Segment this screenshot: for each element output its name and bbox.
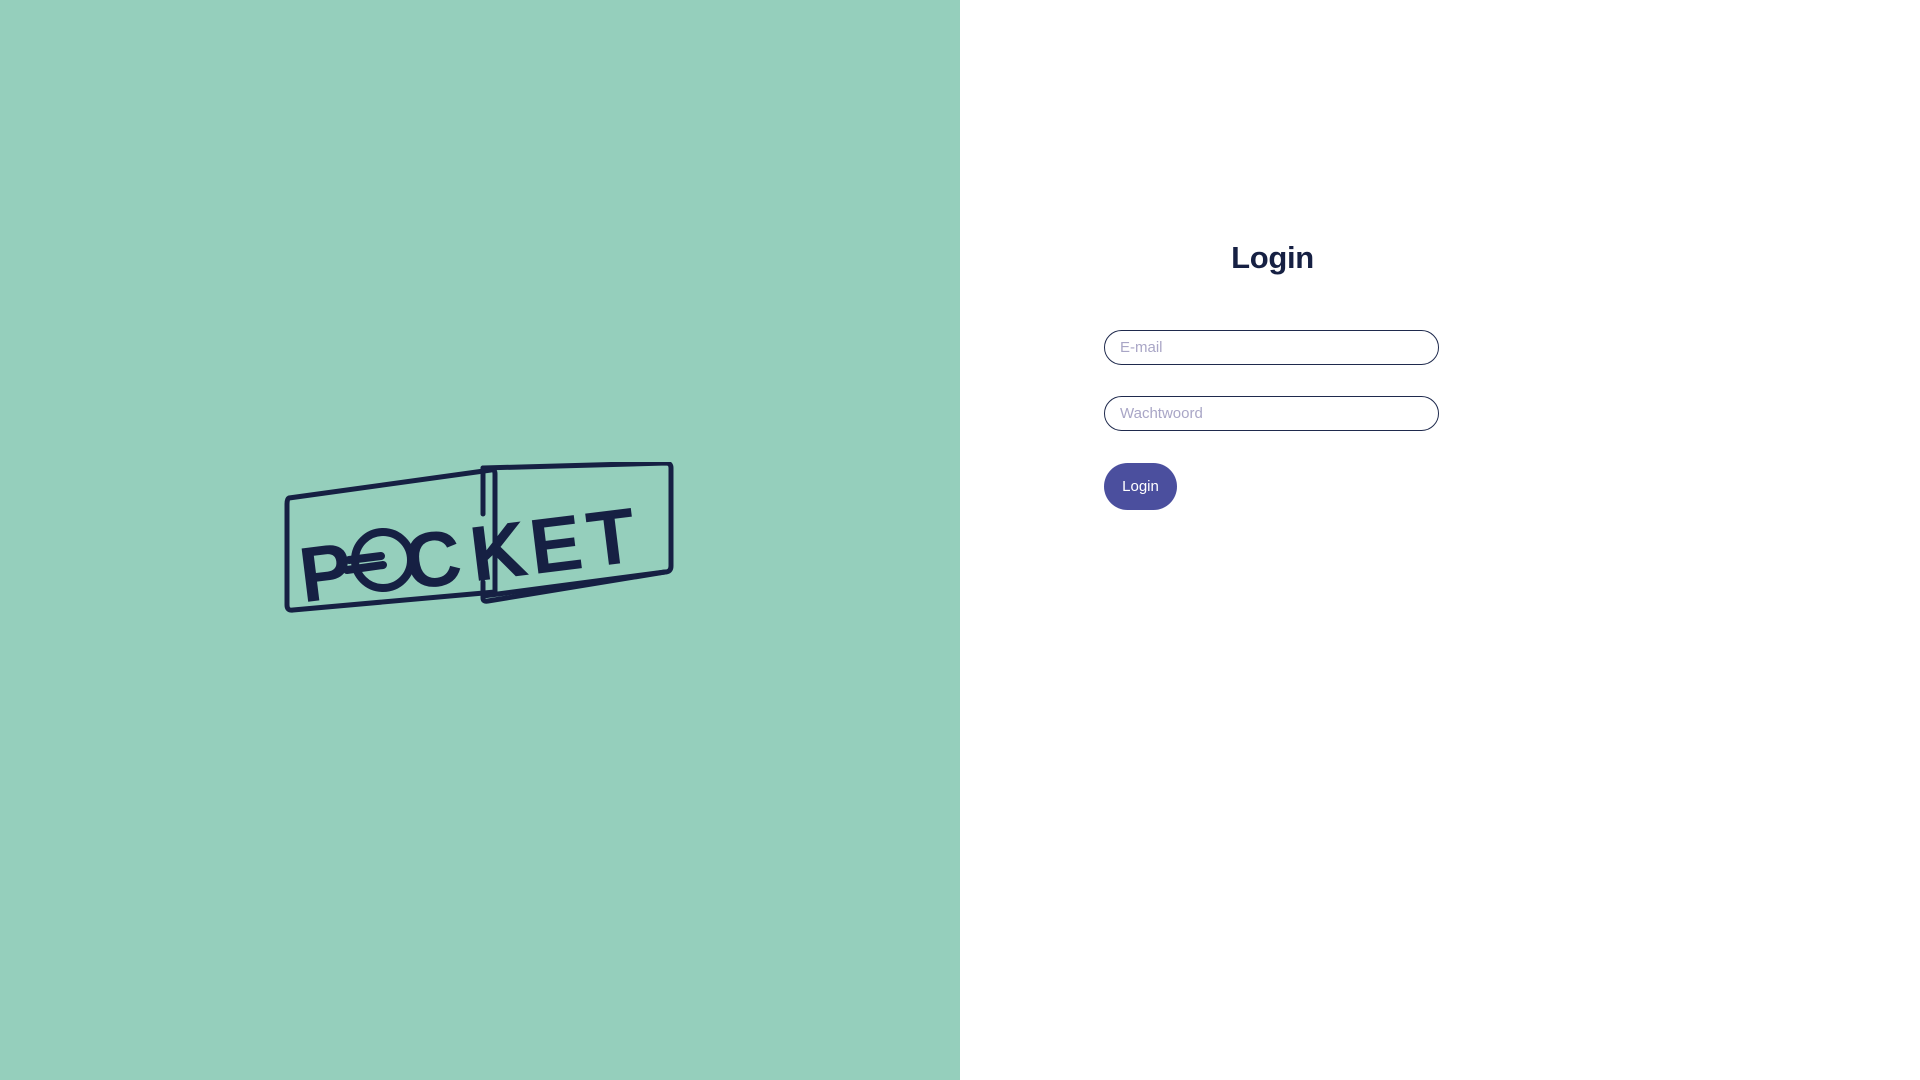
- svg-text:K: K: [465, 504, 532, 598]
- brand-panel: P C K E T: [0, 0, 960, 1080]
- pocket-logo: P C K E T: [283, 462, 675, 614]
- login-title: Login: [1231, 240, 1314, 275]
- login-button[interactable]: Login: [1104, 463, 1177, 510]
- login-page: P C K E T Login Login: [0, 0, 1920, 1080]
- svg-text:E: E: [525, 497, 587, 591]
- email-input[interactable]: [1104, 330, 1439, 365]
- login-panel: Login Login: [960, 0, 1920, 1080]
- svg-text:T: T: [582, 491, 640, 584]
- password-input[interactable]: [1104, 396, 1439, 431]
